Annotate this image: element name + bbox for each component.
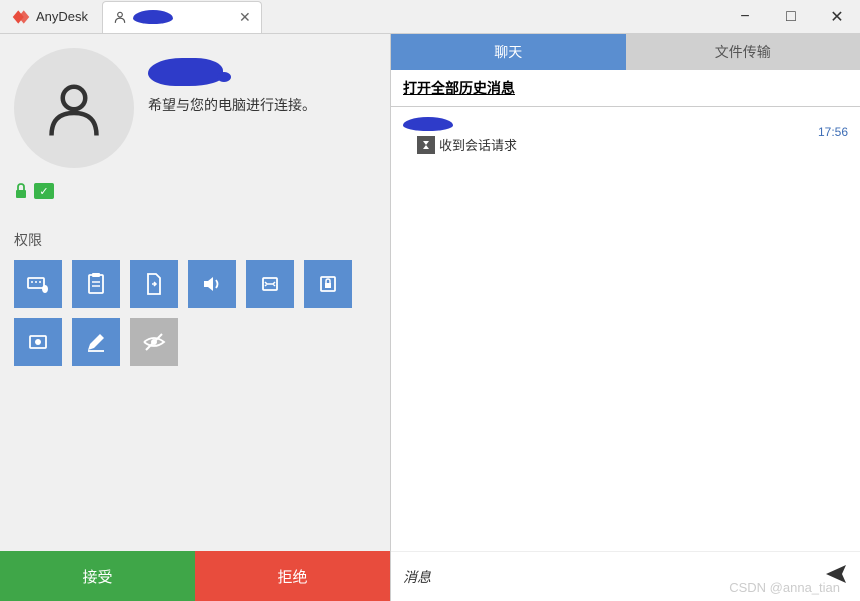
verified-badge-icon: ✓ — [34, 183, 54, 199]
permissions-grid — [0, 260, 390, 366]
right-panel: 聊天 文件传输 打开全部历史消息 收到会话请求 17:56 消息 — [390, 34, 860, 601]
open-history-link[interactable]: 打开全部历史消息 — [391, 70, 860, 107]
perm-draw[interactable] — [72, 318, 120, 366]
message-input-row: 消息 — [391, 551, 860, 601]
record-icon — [26, 330, 50, 354]
app-logo-wrap: AnyDesk — [0, 6, 98, 28]
tab-close-icon[interactable]: ✕ — [239, 9, 251, 26]
app-name: AnyDesk — [36, 9, 88, 24]
chat-message: 收到会话请求 17:56 — [403, 117, 848, 154]
perm-privacy[interactable] — [130, 318, 178, 366]
reject-button[interactable]: 拒绝 — [195, 551, 390, 601]
window-minimize[interactable]: − — [722, 0, 768, 34]
connection-request-text: 希望与您的电脑进行连接。 — [148, 94, 376, 116]
titlebar: AnyDesk ✕ − □ ✕ — [0, 0, 860, 34]
action-row: 接受 拒绝 — [0, 551, 390, 601]
perm-keyboard-mouse[interactable] — [14, 260, 62, 308]
perm-lock[interactable] — [304, 260, 352, 308]
send-button[interactable] — [824, 562, 848, 591]
tab-chat[interactable]: 聊天 — [391, 34, 626, 70]
profile-text: 希望与您的电脑进行连接。 — [148, 48, 376, 168]
tab-file-transfer[interactable]: 文件传输 — [626, 34, 860, 70]
user-icon — [44, 78, 104, 138]
perm-audio[interactable] — [188, 260, 236, 308]
anydesk-logo-icon — [10, 6, 32, 28]
file-icon — [142, 272, 166, 296]
perm-switch-sides[interactable] — [246, 260, 294, 308]
message-sender-redacted — [403, 117, 453, 131]
accept-button[interactable]: 接受 — [0, 551, 195, 601]
perm-clipboard[interactable] — [72, 260, 120, 308]
chat-tabs: 聊天 文件传输 — [391, 34, 860, 70]
avatar — [14, 48, 134, 168]
privacy-icon — [142, 330, 166, 354]
permissions-heading: 权限 — [0, 210, 390, 260]
perm-file-transfer[interactable] — [130, 260, 178, 308]
tab-remote-name-redacted — [133, 10, 173, 24]
send-icon — [824, 562, 848, 586]
hourglass-icon — [417, 136, 435, 154]
lock-icon — [14, 182, 28, 200]
perm-record[interactable] — [14, 318, 62, 366]
message-time: 17:56 — [818, 125, 848, 139]
pencil-icon — [84, 330, 108, 354]
message-input[interactable]: 消息 — [403, 567, 431, 587]
window-close[interactable]: ✕ — [814, 0, 860, 34]
speaker-icon — [200, 272, 224, 296]
lock-perm-icon — [316, 272, 340, 296]
remote-name-redacted — [148, 58, 223, 86]
chat-body: 收到会话请求 17:56 — [391, 107, 860, 551]
window-maximize[interactable]: □ — [768, 0, 814, 34]
trust-indicators: ✓ — [0, 182, 390, 210]
tab-user-icon — [113, 10, 127, 24]
profile-row: 希望与您的电脑进行连接。 — [0, 34, 390, 182]
session-tab[interactable]: ✕ — [102, 1, 262, 33]
left-panel: 希望与您的电脑进行连接。 ✓ 权限 接受 拒绝 — [0, 34, 390, 601]
clipboard-icon — [84, 272, 108, 296]
message-text: 收到会话请求 — [439, 135, 517, 154]
switch-icon — [258, 272, 282, 296]
main-area: 希望与您的电脑进行连接。 ✓ 权限 接受 拒绝 聊天 文件传 — [0, 34, 860, 601]
keyboard-icon — [26, 272, 50, 296]
message-text-row: 收到会话请求 — [403, 135, 848, 154]
